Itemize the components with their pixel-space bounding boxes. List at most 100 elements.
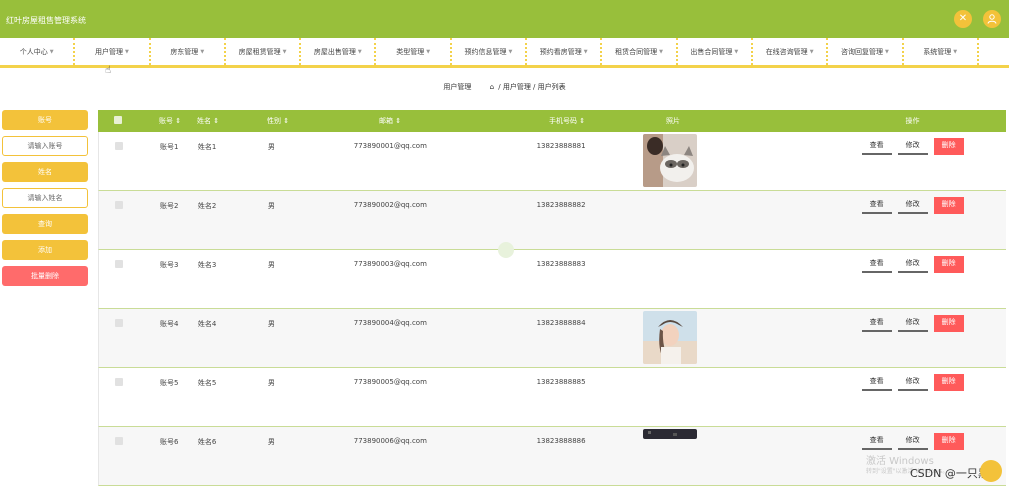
cell-account: 账号6 xyxy=(159,438,179,446)
cell-name: 姓名2 xyxy=(197,202,217,210)
cell-photo xyxy=(643,427,819,441)
cell-email: 773890003@qq.com xyxy=(353,260,427,268)
cell-photo xyxy=(643,309,819,366)
delete-button[interactable]: 删除 xyxy=(933,433,964,450)
name-label: 姓名 xyxy=(2,162,88,182)
add-button[interactable]: 添加 xyxy=(2,240,88,260)
row-checkbox[interactable] xyxy=(99,250,139,270)
delete-button[interactable]: 删除 xyxy=(933,138,964,155)
chevron-down-icon: ▼ xyxy=(426,48,431,55)
cell-photo xyxy=(643,368,819,370)
row-checkbox[interactable] xyxy=(99,368,139,388)
nav-item[interactable]: 咨询回复管理 ▼ xyxy=(828,38,904,65)
chevron-down-icon: ▼ xyxy=(357,48,362,55)
view-button[interactable]: 查看 xyxy=(861,256,892,273)
view-button[interactable]: 查看 xyxy=(861,315,892,332)
chevron-down-icon: ▼ xyxy=(659,48,663,55)
chevron-down-icon: ▼ xyxy=(125,48,129,55)
chevron-down-icon: ▼ xyxy=(200,48,205,55)
cell-name: 姓名6 xyxy=(197,438,217,446)
chevron-down-icon: ▼ xyxy=(282,48,287,55)
cell-sex: 男 xyxy=(267,379,275,387)
header-name[interactable]: 姓名 ⇕ xyxy=(195,116,247,126)
query-button[interactable]: 查询 xyxy=(2,214,88,234)
cell-name: 姓名3 xyxy=(197,261,217,269)
header-sex[interactable]: 性别 ⇕ xyxy=(247,116,353,126)
cell-account: 账号1 xyxy=(159,143,179,151)
nav-item[interactable]: 用户管理 ▼ xyxy=(75,38,151,65)
view-button[interactable]: 查看 xyxy=(861,197,892,214)
nav-item[interactable]: 预约信息管理 ▼ xyxy=(452,38,528,65)
chevron-down-icon: ▼ xyxy=(49,48,54,55)
nav-item-label: 出售合同管理 xyxy=(690,47,733,56)
row-checkbox[interactable] xyxy=(99,427,139,447)
nav-item[interactable]: 类型管理 ▼ xyxy=(376,38,452,65)
nav-item[interactable]: 预约看房管理 ▼ xyxy=(527,38,603,65)
breadcrumb-path: / 用户管理 / 用户列表 xyxy=(498,83,566,91)
nav-item[interactable]: 出售合同管理 ▼ xyxy=(678,38,753,65)
view-button[interactable]: 查看 xyxy=(861,374,892,391)
nav-item[interactable]: 租赁合同管理 ▼ xyxy=(602,38,678,65)
row-checkbox[interactable] xyxy=(99,309,139,329)
edit-button[interactable]: 修改 xyxy=(897,256,928,273)
nav-item-label: 在线咨询管理 xyxy=(765,47,808,56)
cell-photo xyxy=(643,250,819,252)
user-photo xyxy=(643,429,698,439)
cell-ops: 查看 修改 删除 xyxy=(819,250,1006,273)
nav-item-label: 系统管理 xyxy=(923,47,952,56)
cell-phone: 13823888884 xyxy=(536,319,586,327)
header-email[interactable]: 邮箱 ⇕ xyxy=(353,116,518,126)
cell-email: 773890001@qq.com xyxy=(353,142,427,150)
nav-item[interactable]: 房东管理 ▼ xyxy=(151,38,226,65)
delete-button[interactable]: 删除 xyxy=(933,315,964,332)
cell-ops: 查看 修改 删除 xyxy=(819,368,1006,391)
app-title: 红叶房屋租售管理系统 xyxy=(6,16,86,25)
name-input[interactable]: 请输入姓名 xyxy=(2,188,88,208)
home-icon[interactable]: ⌂ xyxy=(490,83,494,91)
delete-button[interactable]: 删除 xyxy=(933,197,964,214)
nav-item-label: 个人中心 xyxy=(19,47,48,56)
nav-item[interactable]: 个人中心 ▼ xyxy=(0,38,76,65)
cell-name: 姓名4 xyxy=(197,320,217,328)
avatar xyxy=(980,460,1002,482)
nav-item[interactable]: 房屋租赁管理 ▼ xyxy=(226,38,302,65)
cell-phone: 13823888882 xyxy=(536,201,586,209)
nav-item[interactable]: 系统管理 ▼ xyxy=(904,38,979,65)
edit-button[interactable]: 修改 xyxy=(897,197,928,214)
edit-button[interactable]: 修改 xyxy=(897,138,928,155)
user-button[interactable] xyxy=(983,10,1001,28)
breadcrumb: 用户管理 ⌂ / 用户管理 / 用户列表 xyxy=(0,82,1009,92)
cell-ops: 查看 修改 删除 xyxy=(819,132,1006,155)
close-button[interactable]: ✕ xyxy=(954,10,972,28)
cell-email: 773890004@qq.com xyxy=(353,319,427,327)
nav-item-label: 房屋出售管理 xyxy=(313,47,356,56)
cell-sex: 男 xyxy=(267,261,275,269)
cell-name: 姓名1 xyxy=(197,143,217,151)
table-row: 账号1 姓名1 男 773890001@qq.com 13823888881 查看 修改 删除 xyxy=(98,132,1006,191)
nav-item-label: 房东管理 xyxy=(170,47,199,56)
edit-button[interactable]: 修改 xyxy=(897,433,928,450)
header-ops: 操作 xyxy=(905,117,920,125)
select-all-checkbox[interactable] xyxy=(98,116,138,126)
edit-button[interactable]: 修改 xyxy=(897,315,928,332)
row-checkbox[interactable] xyxy=(99,132,139,152)
view-button[interactable]: 查看 xyxy=(861,138,892,155)
batch-delete-button[interactable]: 批量删除 xyxy=(2,266,88,286)
row-checkbox[interactable] xyxy=(99,191,139,211)
view-button[interactable]: 查看 xyxy=(861,433,892,450)
header-account[interactable]: 账号 ⇕ xyxy=(138,116,195,126)
nav-item[interactable]: 房屋出售管理 ▼ xyxy=(301,38,377,65)
top-bar: 红叶房屋租售管理系统 ✕ xyxy=(0,0,1009,38)
cell-account: 账号3 xyxy=(159,261,179,269)
breadcrumb-current: 用户管理 xyxy=(443,83,472,91)
account-input[interactable]: 请输入账号 xyxy=(2,136,88,156)
edit-button[interactable]: 修改 xyxy=(897,374,928,391)
table-row: 账号5 姓名5 男 773890005@qq.com 13823888885 查看 修改 删除 xyxy=(98,368,1006,427)
delete-button[interactable]: 删除 xyxy=(933,256,964,273)
nav-item[interactable]: 在线咨询管理 ▼ xyxy=(753,38,829,65)
header-phone[interactable]: 手机号码 ⇕ xyxy=(518,116,643,126)
nav-item-label: 租赁合同管理 xyxy=(615,47,658,56)
cell-phone: 13823888881 xyxy=(536,142,586,150)
chevron-down-icon: ▼ xyxy=(809,48,814,55)
delete-button[interactable]: 删除 xyxy=(933,374,964,391)
